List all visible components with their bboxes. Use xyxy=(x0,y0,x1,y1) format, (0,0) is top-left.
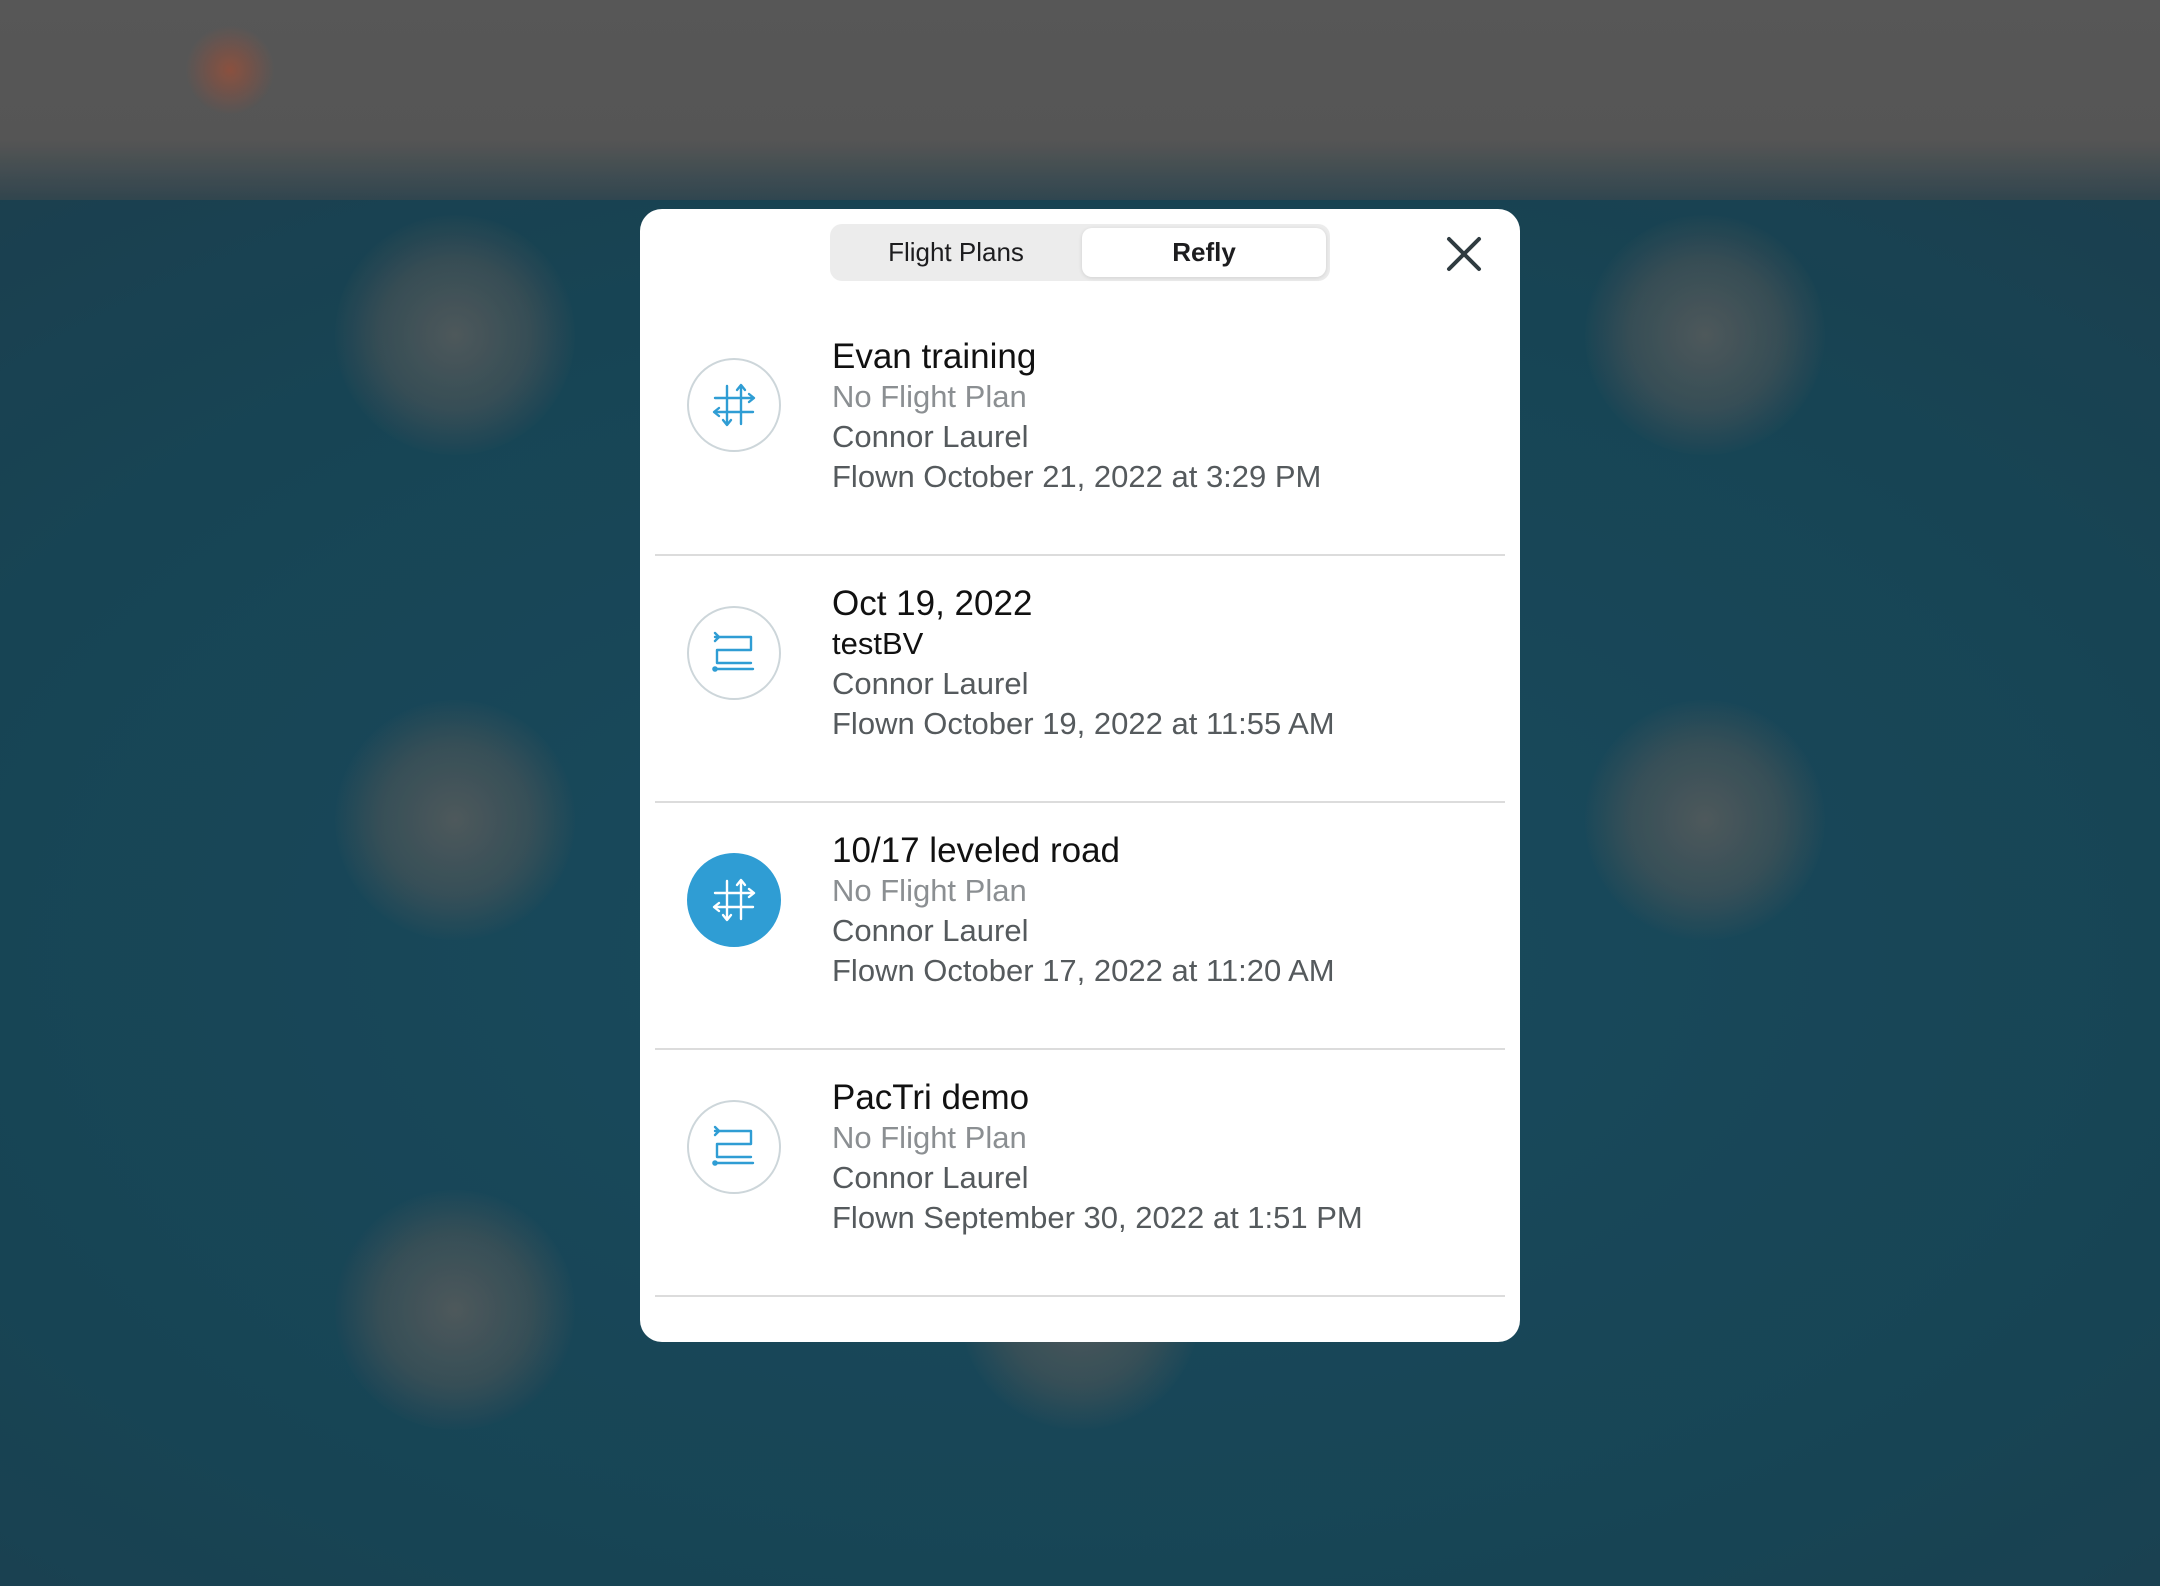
flight-item-avatar xyxy=(687,853,781,947)
flight-plan-name: testBV xyxy=(832,626,924,661)
flight-title: 10/17 leveled road xyxy=(832,831,1120,870)
refly-list: Evan training No Flight Plan Connor Laur… xyxy=(640,309,1520,1297)
flight-plan-name: No Flight Plan xyxy=(832,873,1027,908)
pilot-name: Connor Laurel xyxy=(832,913,1029,948)
tab-flight-plans[interactable]: Flight Plans xyxy=(834,228,1078,277)
flight-title: Oct 19, 2022 xyxy=(832,584,1033,623)
flight-item-text: Oct 19, 2022 testBV Connor Laurel Flown … xyxy=(832,584,1335,744)
flown-date: Flown October 21, 2022 at 3:29 PM xyxy=(832,459,1322,494)
lawnmower-path-icon xyxy=(712,1125,755,1166)
refly-modal: Flight Plans Refly Evan training No Flig… xyxy=(640,209,1520,1342)
flight-item-text: 10/17 leveled road No Flight Plan Connor… xyxy=(832,831,1335,991)
grid-pattern-icon xyxy=(712,878,756,922)
flight-item-text: Evan training No Flight Plan Connor Laur… xyxy=(832,337,1321,497)
flight-plan-name: No Flight Plan xyxy=(832,379,1027,414)
tab-refly[interactable]: Refly xyxy=(1082,228,1326,277)
flight-title: Evan training xyxy=(832,337,1037,376)
flight-item-text: PacTri demo No Flight Plan Connor Laurel… xyxy=(832,1078,1363,1238)
list-item[interactable]: 10/17 leveled road No Flight Plan Connor… xyxy=(655,803,1505,1050)
flight-item-avatar xyxy=(687,606,781,700)
list-item[interactable]: Oct 19, 2022 testBV Connor Laurel Flown … xyxy=(655,556,1505,803)
flight-title: PacTri demo xyxy=(832,1078,1030,1117)
close-icon xyxy=(1447,237,1481,271)
flight-item-avatar xyxy=(687,358,781,452)
flight-item-avatar xyxy=(687,1100,781,1194)
list-item[interactable]: Evan training No Flight Plan Connor Laur… xyxy=(655,309,1505,556)
pilot-name: Connor Laurel xyxy=(832,666,1029,701)
close-button[interactable] xyxy=(1440,230,1488,278)
pilot-name: Connor Laurel xyxy=(832,1160,1029,1195)
grid-pattern-icon xyxy=(712,383,756,427)
flown-date: Flown October 19, 2022 at 11:55 AM xyxy=(832,706,1335,741)
mode-segmented-control: Flight Plans Refly xyxy=(830,224,1330,281)
flight-plan-name: No Flight Plan xyxy=(832,1120,1027,1155)
lawnmower-path-icon xyxy=(712,631,755,672)
flown-date: Flown October 17, 2022 at 11:20 AM xyxy=(832,953,1335,988)
pilot-name: Connor Laurel xyxy=(832,419,1029,454)
list-item[interactable]: PacTri demo No Flight Plan Connor Laurel… xyxy=(655,1050,1505,1297)
flown-date: Flown September 30, 2022 at 1:51 PM xyxy=(832,1200,1363,1235)
